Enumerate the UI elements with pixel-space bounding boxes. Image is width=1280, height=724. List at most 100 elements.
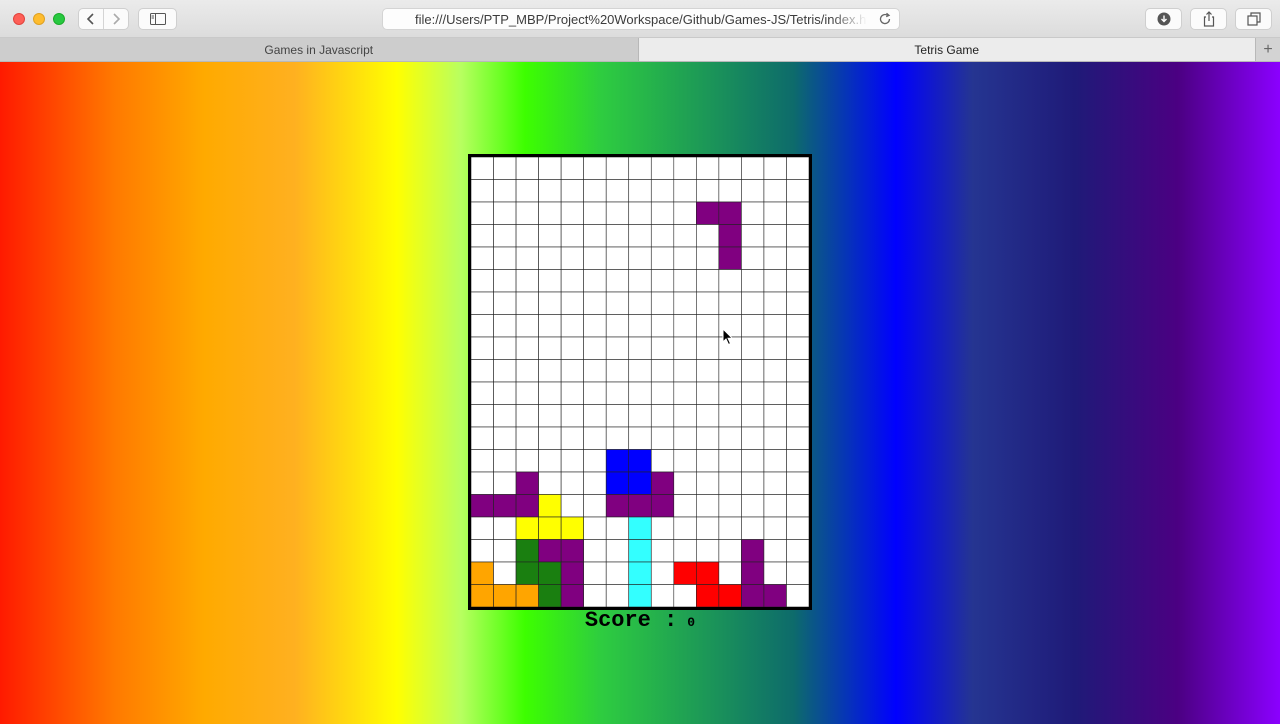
- empty-cell: [718, 404, 742, 428]
- empty-cell: [628, 404, 652, 428]
- empty-cell: [786, 201, 809, 225]
- empty-cell: [650, 561, 675, 585]
- empty-cell: [650, 584, 675, 607]
- empty-cell: [763, 336, 787, 360]
- empty-cell: [650, 516, 675, 540]
- filled-cell: [605, 494, 630, 518]
- empty-cell: [673, 539, 697, 563]
- reload-icon[interactable]: [877, 11, 893, 27]
- empty-cell: [763, 494, 787, 518]
- empty-cell: [560, 381, 584, 405]
- empty-cell: [741, 224, 765, 248]
- filled-cell: [515, 584, 539, 607]
- empty-cell: [605, 359, 630, 383]
- filled-cell: [560, 584, 584, 607]
- empty-cell: [763, 449, 787, 473]
- empty-cell: [471, 179, 494, 203]
- empty-cell: [560, 426, 584, 450]
- empty-cell: [786, 157, 809, 180]
- plus-icon: +: [1263, 40, 1273, 58]
- empty-cell: [538, 426, 562, 450]
- empty-cell: [786, 291, 809, 315]
- empty-cell: [741, 336, 765, 360]
- empty-cell: [538, 269, 562, 293]
- tetris-board[interactable]: [468, 154, 812, 610]
- empty-cell: [493, 516, 517, 540]
- empty-cell: [605, 291, 630, 315]
- empty-cell: [583, 539, 607, 563]
- empty-cell: [718, 539, 742, 563]
- back-button[interactable]: [79, 9, 103, 29]
- empty-cell: [763, 179, 787, 203]
- empty-cell: [515, 179, 539, 203]
- empty-cell: [696, 246, 720, 270]
- tab-games-in-javascript[interactable]: Games in Javascript: [0, 38, 639, 61]
- close-window-button[interactable]: [13, 13, 25, 25]
- empty-cell: [560, 201, 584, 225]
- empty-cell: [763, 426, 787, 450]
- empty-cell: [696, 449, 720, 473]
- score-value: 0: [687, 615, 696, 630]
- tab-tetris-game[interactable]: Tetris Game: [638, 38, 1256, 61]
- empty-cell: [763, 471, 787, 495]
- tab-overview-button[interactable]: [1235, 8, 1272, 30]
- filled-cell: [718, 584, 742, 607]
- empty-cell: [786, 449, 809, 473]
- filled-cell: [538, 516, 562, 540]
- filled-cell: [718, 246, 742, 270]
- sidebar-button[interactable]: [138, 8, 177, 30]
- empty-cell: [515, 381, 539, 405]
- filled-cell: [628, 584, 652, 607]
- empty-cell: [650, 157, 675, 180]
- share-button[interactable]: [1190, 8, 1227, 30]
- empty-cell: [471, 201, 494, 225]
- minimize-window-button[interactable]: [33, 13, 45, 25]
- empty-cell: [583, 381, 607, 405]
- forward-button[interactable]: [103, 9, 128, 29]
- empty-cell: [786, 561, 809, 585]
- page-background: Score : 0: [0, 62, 1280, 724]
- empty-cell: [673, 201, 697, 225]
- empty-cell: [696, 359, 720, 383]
- empty-cell: [763, 561, 787, 585]
- empty-cell: [583, 359, 607, 383]
- filled-cell: [718, 224, 742, 248]
- empty-cell: [515, 224, 539, 248]
- filled-cell: [741, 539, 765, 563]
- empty-cell: [673, 516, 697, 540]
- empty-cell: [605, 426, 630, 450]
- empty-cell: [786, 516, 809, 540]
- empty-cell: [650, 539, 675, 563]
- empty-cell: [605, 179, 630, 203]
- empty-cell: [718, 516, 742, 540]
- empty-cell: [763, 224, 787, 248]
- empty-cell: [650, 179, 675, 203]
- empty-cell: [741, 494, 765, 518]
- empty-cell: [538, 224, 562, 248]
- empty-cell: [696, 291, 720, 315]
- empty-cell: [605, 539, 630, 563]
- share-icon: [1203, 11, 1214, 27]
- empty-cell: [650, 246, 675, 270]
- empty-cell: [718, 179, 742, 203]
- empty-cell: [786, 359, 809, 383]
- filled-cell: [493, 494, 517, 518]
- fullscreen-window-button[interactable]: [53, 13, 65, 25]
- empty-cell: [583, 449, 607, 473]
- empty-cell: [763, 201, 787, 225]
- new-tab-button[interactable]: +: [1255, 38, 1280, 61]
- empty-cell: [741, 269, 765, 293]
- empty-cell: [696, 404, 720, 428]
- empty-cell: [786, 404, 809, 428]
- downloads-button[interactable]: [1145, 8, 1182, 30]
- empty-cell: [583, 224, 607, 248]
- address-bar[interactable]: file:///Users/PTP_MBP/Project%20Workspac…: [382, 8, 900, 30]
- sidebar-icon: [149, 13, 166, 25]
- empty-cell: [628, 381, 652, 405]
- empty-cell: [741, 246, 765, 270]
- filled-cell: [493, 584, 517, 607]
- empty-cell: [583, 471, 607, 495]
- empty-cell: [673, 157, 697, 180]
- empty-cell: [763, 516, 787, 540]
- empty-cell: [538, 471, 562, 495]
